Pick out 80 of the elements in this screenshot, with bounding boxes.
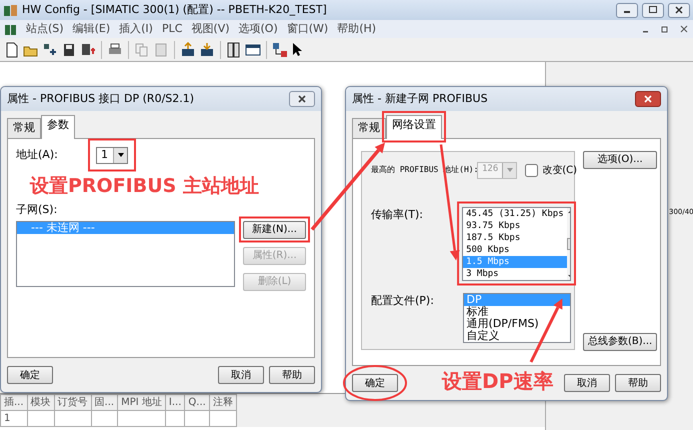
field-label: 地址(A): <box>16 146 59 163</box>
menu-item[interactable]: 站点(S) <box>26 20 64 38</box>
ok-button[interactable]: 确定 <box>7 366 53 384</box>
annotation-text: 设置DP速率 <box>442 368 554 395</box>
list-item[interactable]: 45.45 (31.25) Kbps <box>463 208 567 220</box>
list-box[interactable]: 45.45 (31.25) Kbps 93.75 Kbps 187.5 Kbps 500 Kbps 1.5 Mbps 3 Mbps <box>462 206 571 280</box>
help-button[interactable]: 帮助 <box>615 374 661 392</box>
list-item[interactable]: 标准 <box>464 306 570 318</box>
cancel-button[interactable]: 取消 <box>218 366 264 384</box>
help-button[interactable]: 帮助 <box>269 366 315 384</box>
menu-item[interactable]: 选项(O) <box>238 20 278 38</box>
menu-item[interactable]: 编辑(E) <box>72 20 110 38</box>
dropdown-arrow-icon <box>506 168 513 172</box>
restore-icon[interactable] <box>660 24 670 34</box>
close-icon <box>674 5 684 15</box>
tab[interactable]: 常规 <box>352 118 386 138</box>
menu-item[interactable]: 插入(I) <box>119 20 153 38</box>
list-item[interactable]: 自定义 <box>464 330 570 342</box>
maximize-button[interactable] <box>642 2 664 18</box>
bus-parameters-button[interactable]: 总线参数(B)... <box>583 332 658 350</box>
network-icon[interactable] <box>272 42 288 58</box>
column-header: 固... <box>91 394 118 410</box>
dropdown-arrow-icon <box>118 153 124 157</box>
close-button[interactable] <box>289 91 315 107</box>
list-item[interactable]: 3 Mbps <box>463 268 567 280</box>
field-label: 传输率(T): <box>371 206 424 222</box>
field-label: 子网(S): <box>16 202 58 218</box>
menu-item[interactable]: PLC <box>162 20 182 38</box>
annotation-text: 设置PROFIBUS 主站地址 <box>30 174 259 198</box>
highlight-ellipse <box>343 365 407 401</box>
window-icon[interactable] <box>245 42 261 58</box>
close-icon <box>297 94 307 104</box>
column-header: I... <box>165 394 185 410</box>
tab[interactable]: 网络设置 <box>386 115 442 138</box>
dialog-title: 属性 - 新建子网 PROFIBUS <box>352 90 488 107</box>
column-header: 插... <box>0 394 28 410</box>
tab[interactable]: 常规 <box>7 118 41 138</box>
table-cell: 1 <box>0 410 28 426</box>
options-button[interactable]: 选项(O)... <box>583 150 658 168</box>
new-document-icon[interactable] <box>4 42 20 58</box>
dialog-title: 属性 - PROFIBUS 接口 DP (R0/S2.1) <box>7 90 194 107</box>
new-button[interactable]: 新建(N)... <box>243 220 306 238</box>
column-header: MPI 地址 <box>118 394 166 410</box>
close-icon[interactable] <box>679 24 689 34</box>
dropdown-value: 126 <box>481 163 500 176</box>
list-item[interactable]: 通用(DP/FMS) <box>464 318 570 330</box>
highlight-frame <box>88 138 136 172</box>
highlight-frame <box>239 216 310 242</box>
column-header: Q... <box>184 394 210 410</box>
highlight-frame <box>382 111 446 142</box>
cancel-button[interactable]: 取消 <box>564 374 610 392</box>
list-item[interactable]: 187.5 Kbps <box>463 232 567 244</box>
close-icon <box>643 94 653 104</box>
close-button[interactable] <box>668 2 690 18</box>
app-icon <box>3 2 18 18</box>
list-box[interactable]: DP 标准 通用(DP/FMS) 自定义 <box>462 292 571 342</box>
menu-item[interactable]: 视图(V) <box>191 20 230 38</box>
save-icon[interactable] <box>61 42 77 58</box>
app-icon <box>4 22 17 36</box>
menu-item[interactable]: 窗口(W) <box>286 20 328 38</box>
upload-module-icon[interactable] <box>180 42 196 58</box>
column-header: 模块 <box>27 394 54 410</box>
maximize-icon <box>648 5 658 15</box>
column-header: 订货号 <box>54 394 92 410</box>
tab[interactable]: 参数 <box>41 115 75 138</box>
menu-item[interactable]: 帮助(H) <box>337 20 376 38</box>
field-label: 配置文件(P): <box>371 292 435 308</box>
minimize-button[interactable] <box>616 2 638 18</box>
list-item[interactable]: 93.75 Kbps <box>463 220 567 232</box>
dropdown-value: 1 <box>100 146 109 163</box>
checkbox-input[interactable] <box>525 164 538 176</box>
checkbox[interactable]: 改变(C) <box>525 162 578 178</box>
catalog-icon[interactable] <box>226 42 242 58</box>
window-title: HW Config - [SIMATIC 300(1) (配置) -- PBETH-K20_TEST] <box>22 2 328 18</box>
download-module-icon[interactable] <box>199 42 215 58</box>
address-dropdown[interactable]: 1 <box>96 146 128 164</box>
close-button[interactable] <box>635 91 661 107</box>
list-item[interactable]: 500 Kbps <box>463 244 567 256</box>
column-header: 注释 <box>209 394 236 410</box>
ok-button[interactable]: 确定 <box>352 374 398 392</box>
